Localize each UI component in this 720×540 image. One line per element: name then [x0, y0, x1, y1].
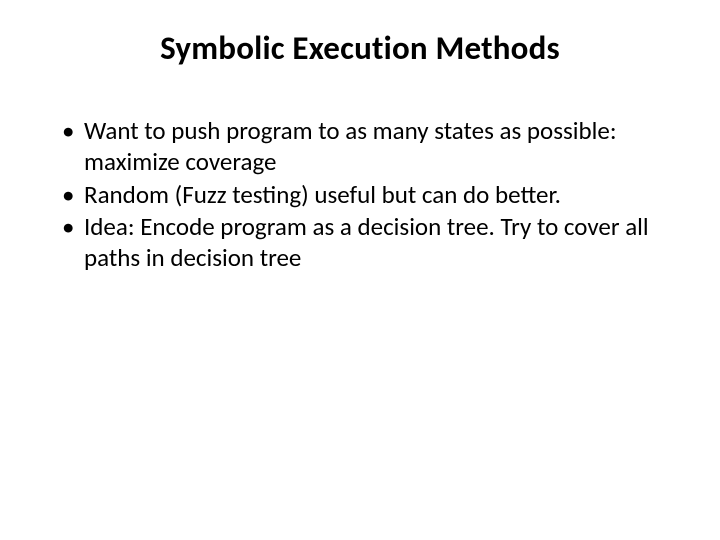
list-item: • Idea: Encode program as a decision tre… [62, 212, 672, 274]
list-item: • Random (Fuzz testing) useful but can d… [62, 180, 672, 211]
bullet-icon: • [62, 212, 84, 243]
bullet-icon: • [62, 116, 84, 147]
bullet-icon: • [62, 180, 84, 211]
list-item: • Want to push program to as many states… [62, 116, 672, 178]
slide: Symbolic Execution Methods • Want to pus… [0, 0, 720, 540]
bullet-text: Want to push program to as many states a… [84, 116, 672, 178]
bullet-text: Idea: Encode program as a decision tree.… [84, 212, 672, 274]
bullet-list: • Want to push program to as many states… [48, 116, 672, 274]
bullet-text: Random (Fuzz testing) useful but can do … [84, 180, 672, 211]
slide-title: Symbolic Execution Methods [48, 28, 672, 68]
